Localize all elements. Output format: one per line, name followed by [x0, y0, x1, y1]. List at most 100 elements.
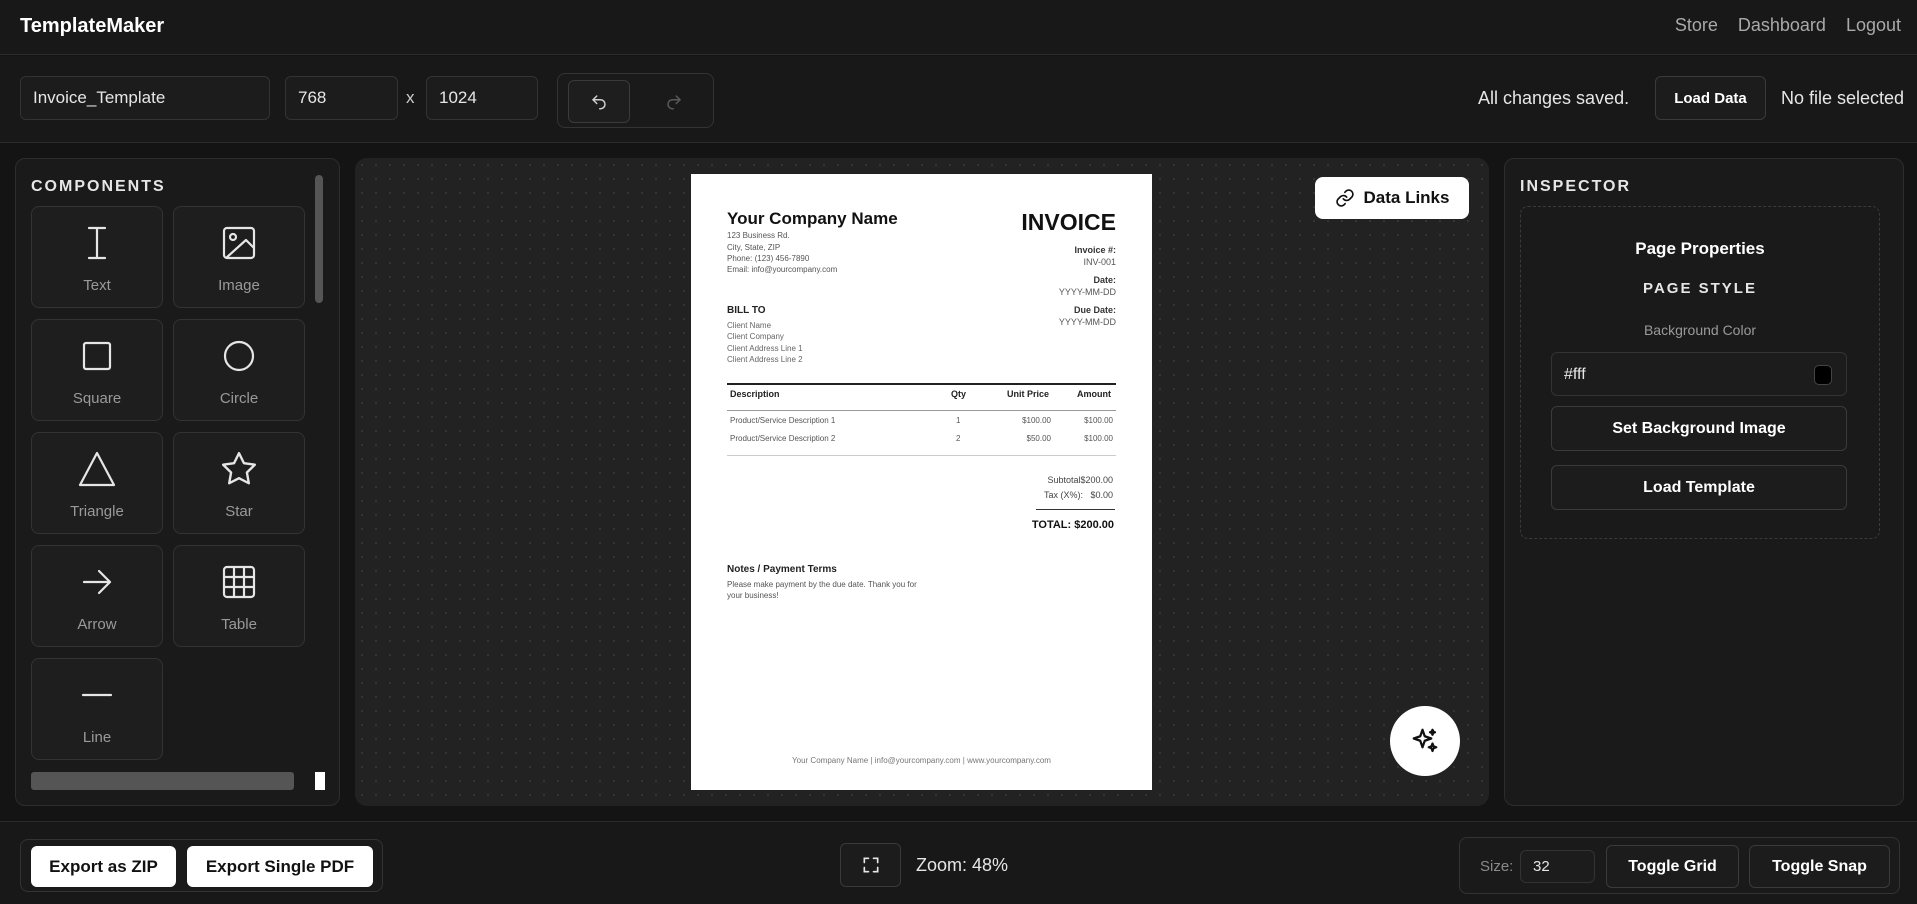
export-pdf-button[interactable]: Export Single PDF — [187, 846, 373, 887]
set-background-image-button[interactable]: Set Background Image — [1551, 406, 1847, 451]
component-line[interactable]: Line — [31, 658, 163, 760]
table-header-unit-price[interactable]: Unit Price — [1007, 389, 1049, 399]
company-address-2[interactable]: City, State, ZIP — [727, 243, 780, 252]
component-star[interactable]: Star — [173, 432, 305, 534]
image-icon — [219, 223, 259, 263]
client-company[interactable]: Client Company — [727, 332, 784, 341]
total[interactable]: TOTAL: $200.00 — [1032, 519, 1114, 531]
component-label: Line — [82, 729, 112, 746]
vertical-scrollbar[interactable] — [315, 175, 323, 303]
invoice-number[interactable]: INV-001 — [1083, 257, 1116, 267]
undo-button[interactable] — [568, 80, 630, 123]
table-top-rule — [727, 383, 1116, 385]
dimension-separator: x — [406, 88, 415, 107]
company-phone[interactable]: Phone: (123) 456-7890 — [727, 254, 809, 263]
inspector-title: INSPECTOR — [1520, 178, 1632, 195]
nav-store-link[interactable]: Store — [1675, 15, 1718, 36]
inspector-body: Page Properties PAGE STYLE Background Co… — [1520, 206, 1880, 539]
invoice-page[interactable]: Your Company Name 123 Business Rd. City,… — [691, 174, 1152, 790]
invoice-number-label[interactable]: Invoice #: — [1074, 245, 1116, 255]
tax[interactable]: Tax (X%): $0.00 — [1044, 490, 1113, 500]
table-cell[interactable]: Product/Service Description 1 — [730, 416, 835, 425]
table-header-description[interactable]: Description — [730, 389, 780, 399]
fit-to-screen-button[interactable] — [840, 843, 901, 887]
line-icon — [77, 675, 117, 715]
invoice-title[interactable]: INVOICE — [1021, 209, 1116, 236]
table-cell[interactable]: 2 — [956, 434, 960, 443]
grid-size-input[interactable] — [1520, 850, 1595, 883]
table-header-rule — [727, 410, 1116, 411]
bill-to-label[interactable]: BILL TO — [727, 305, 766, 316]
table-header-qty[interactable]: Qty — [951, 389, 966, 399]
load-data-button[interactable]: Load Data — [1655, 76, 1766, 120]
data-links-button[interactable]: Data Links — [1315, 177, 1469, 219]
inspector-heading: Page Properties — [1635, 239, 1765, 258]
component-table[interactable]: Table — [173, 545, 305, 647]
component-label: Triangle — [70, 503, 124, 520]
nav-logout-link[interactable]: Logout — [1846, 15, 1901, 36]
component-label: Text — [83, 277, 111, 294]
component-label: Arrow — [77, 616, 117, 633]
company-address-1[interactable]: 123 Business Rd. — [727, 231, 790, 240]
client-address-2[interactable]: Client Address Line 2 — [727, 355, 803, 364]
notes-title[interactable]: Notes / Payment Terms — [727, 564, 837, 575]
nav-dashboard-link[interactable]: Dashboard — [1738, 15, 1826, 36]
export-group: Export as ZIP Export Single PDF — [20, 839, 383, 892]
component-label: Image — [218, 277, 260, 294]
ai-assist-button[interactable] — [1390, 706, 1460, 776]
subtotal[interactable]: Subtotal$200.00 — [1047, 475, 1113, 485]
fullscreen-icon — [863, 857, 878, 873]
toggle-grid-button[interactable]: Toggle Grid — [1606, 845, 1739, 888]
notes-line-1[interactable]: Please make payment by the due date. Tha… — [727, 580, 917, 589]
height-input[interactable] — [426, 76, 538, 120]
table-cell[interactable]: 1 — [956, 416, 960, 425]
color-swatch[interactable] — [1814, 365, 1832, 385]
undo-icon — [592, 94, 606, 109]
table-cell[interactable]: Product/Service Description 2 — [730, 434, 835, 443]
export-zip-button[interactable]: Export as ZIP — [31, 846, 176, 887]
circle-icon — [219, 336, 259, 376]
component-square[interactable]: Square — [31, 319, 163, 421]
background-color-input[interactable]: #fff — [1551, 352, 1847, 396]
square-icon — [77, 336, 117, 376]
template-name-input[interactable] — [20, 76, 270, 120]
company-email[interactable]: Email: info@yourcompany.com — [727, 265, 837, 274]
width-input[interactable] — [285, 76, 398, 120]
table-cell[interactable]: $100.00 — [1084, 416, 1113, 425]
component-image[interactable]: Image — [173, 206, 305, 308]
data-links-label: Data Links — [1363, 188, 1450, 207]
arrow-right-icon — [77, 562, 117, 602]
page-footer[interactable]: Your Company Name | info@yourcompany.com… — [691, 756, 1152, 765]
text-cursor-icon — [77, 223, 117, 263]
background-color-value: #fff — [1564, 366, 1586, 383]
table-header-amount[interactable]: Amount — [1077, 389, 1111, 399]
table-cell[interactable]: $100.00 — [1084, 434, 1113, 443]
total-rule — [1036, 509, 1115, 510]
toggle-snap-button[interactable]: Toggle Snap — [1749, 845, 1890, 888]
component-arrow[interactable]: Arrow — [31, 545, 163, 647]
due-date[interactable]: YYYY-MM-DD — [1059, 317, 1116, 327]
client-name[interactable]: Client Name — [727, 321, 771, 330]
history-group — [557, 73, 714, 128]
component-triangle[interactable]: Triangle — [31, 432, 163, 534]
notes-line-2[interactable]: your business! — [727, 591, 779, 600]
invoice-date-label[interactable]: Date: — [1093, 275, 1116, 285]
load-template-button[interactable]: Load Template — [1551, 465, 1847, 510]
due-date-label[interactable]: Due Date: — [1074, 305, 1116, 315]
toolbar: x All changes saved. Load Data No file s… — [0, 56, 1917, 143]
client-address-1[interactable]: Client Address Line 1 — [727, 344, 803, 353]
table-icon — [219, 562, 259, 602]
invoice-date[interactable]: YYYY-MM-DD — [1059, 287, 1116, 297]
app-brand[interactable]: TemplateMaker — [20, 15, 164, 38]
component-circle[interactable]: Circle — [173, 319, 305, 421]
design-canvas[interactable]: Your Company Name 123 Business Rd. City,… — [355, 158, 1489, 806]
grid-size-label: Size: — [1480, 858, 1514, 875]
components-title: COMPONENTS — [31, 178, 166, 195]
table-cell[interactable]: $100.00 — [1022, 416, 1051, 425]
horizontal-scrollbar[interactable] — [31, 772, 294, 790]
component-text[interactable]: Text — [31, 206, 163, 308]
company-name[interactable]: Your Company Name — [727, 209, 898, 229]
table-cell[interactable]: $50.00 — [1027, 434, 1051, 443]
redo-button[interactable] — [643, 80, 705, 123]
star-icon — [219, 449, 259, 489]
